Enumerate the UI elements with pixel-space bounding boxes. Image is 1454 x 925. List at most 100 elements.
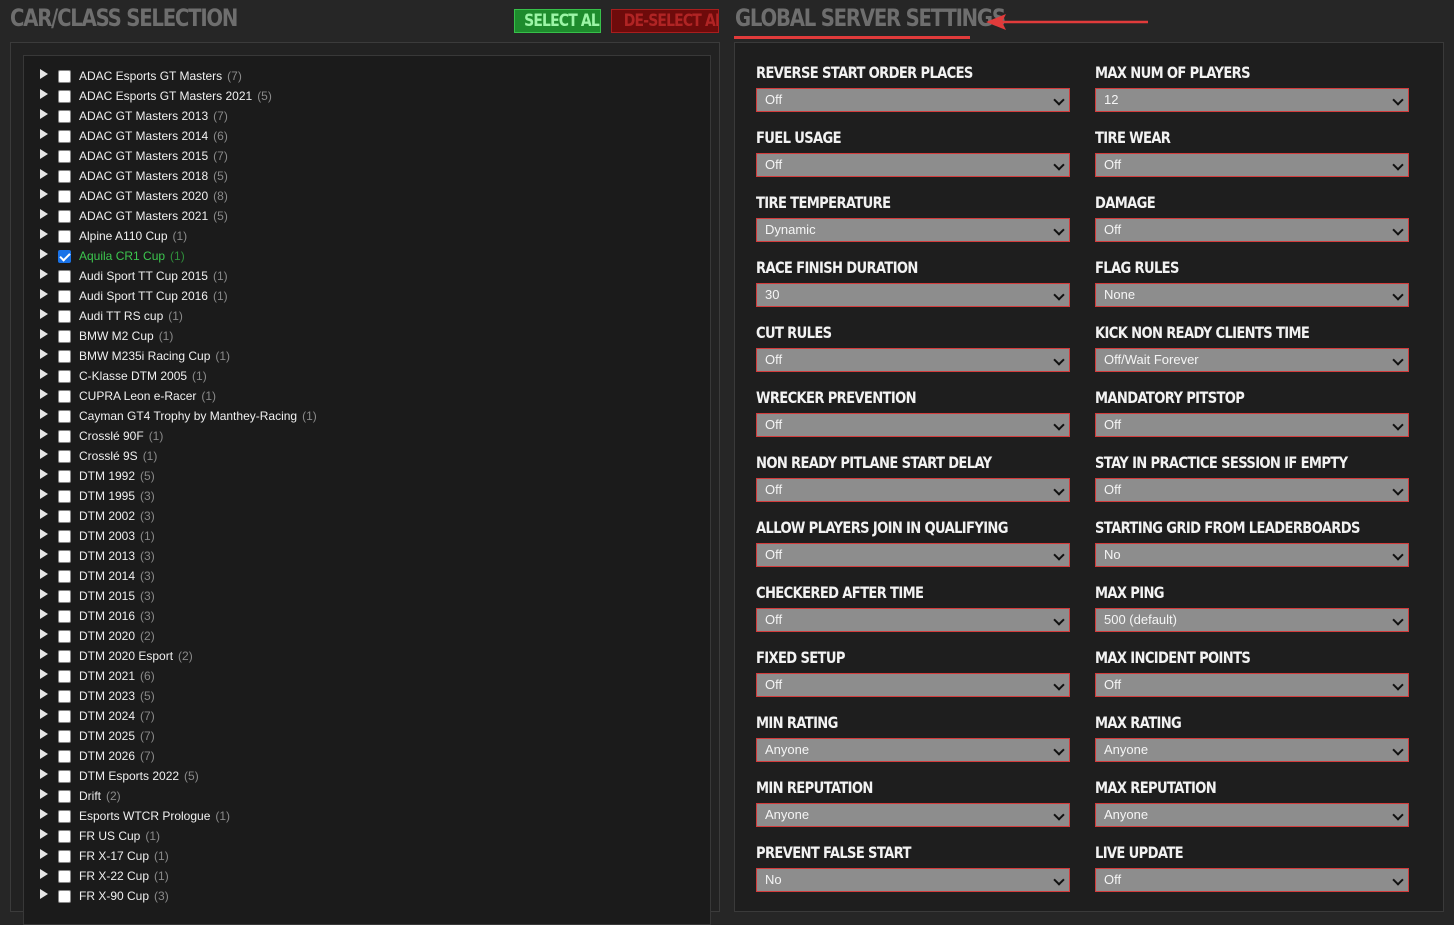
setting-select[interactable]: Off — [756, 673, 1070, 697]
car-class-checkbox[interactable] — [58, 230, 71, 243]
car-class-checkbox[interactable] — [58, 530, 71, 543]
car-class-name[interactable]: Cayman GT4 Trophy by Manthey-Racing (1) — [79, 406, 317, 426]
expand-arrow-icon[interactable] — [40, 549, 48, 559]
car-class-name[interactable]: Audi Sport TT Cup 2016 (1) — [79, 286, 228, 306]
car-class-name[interactable]: Alpine A110 Cup (1) — [79, 226, 187, 246]
car-class-checkbox[interactable] — [58, 210, 71, 223]
setting-select[interactable]: Off — [756, 413, 1070, 437]
car-class-name[interactable]: ADAC GT Masters 2014 (6) — [79, 126, 228, 146]
list-item[interactable]: DTM 2003 (1) — [24, 526, 684, 546]
expand-arrow-icon[interactable] — [40, 689, 48, 699]
car-class-name[interactable]: ADAC Esports GT Masters (7) — [79, 66, 242, 86]
car-class-name[interactable]: FR X-22 Cup (1) — [79, 866, 169, 886]
expand-arrow-icon[interactable] — [40, 809, 48, 819]
car-class-checkbox[interactable] — [58, 390, 71, 403]
list-item[interactable]: DTM 1995 (3) — [24, 486, 684, 506]
car-class-checkbox[interactable] — [58, 310, 71, 323]
car-class-checkbox[interactable] — [58, 70, 71, 83]
list-item[interactable]: Esports WTCR Prologue (1) — [24, 806, 684, 826]
expand-arrow-icon[interactable] — [40, 769, 48, 779]
car-class-name[interactable]: DTM 2023 (5) — [79, 686, 155, 706]
expand-arrow-icon[interactable] — [40, 569, 48, 579]
list-item[interactable]: ADAC GT Masters 2018 (5) — [24, 166, 684, 186]
expand-arrow-icon[interactable] — [40, 189, 48, 199]
list-item[interactable]: DTM 2002 (3) — [24, 506, 684, 526]
expand-arrow-icon[interactable] — [40, 469, 48, 479]
car-class-checkbox[interactable] — [58, 170, 71, 183]
car-class-checkbox[interactable] — [58, 110, 71, 123]
car-class-name[interactable]: Crosslé 9S (1) — [79, 446, 157, 466]
car-class-name[interactable]: Crosslé 90F (1) — [79, 426, 163, 446]
car-class-checkbox[interactable] — [58, 150, 71, 163]
list-item[interactable]: C-Klasse DTM 2005 (1) — [24, 366, 684, 386]
expand-arrow-icon[interactable] — [40, 249, 48, 259]
expand-arrow-icon[interactable] — [40, 529, 48, 539]
expand-arrow-icon[interactable] — [40, 829, 48, 839]
car-class-name[interactable]: DTM 1992 (5) — [79, 466, 155, 486]
expand-arrow-icon[interactable] — [40, 109, 48, 119]
car-class-name[interactable]: DTM 2021 (6) — [79, 666, 155, 686]
car-class-checkbox[interactable] — [58, 610, 71, 623]
expand-arrow-icon[interactable] — [40, 429, 48, 439]
list-item[interactable]: DTM 2020 (2) — [24, 626, 684, 646]
car-class-checkbox[interactable] — [58, 550, 71, 563]
car-class-checkbox[interactable] — [58, 730, 71, 743]
setting-select[interactable]: Off — [756, 478, 1070, 502]
car-class-checkbox[interactable] — [58, 850, 71, 863]
list-item[interactable]: Audi TT RS cup (1) — [24, 306, 684, 326]
car-class-checkbox[interactable] — [58, 750, 71, 763]
expand-arrow-icon[interactable] — [40, 729, 48, 739]
car-class-name[interactable]: FR US Cup (1) — [79, 826, 160, 846]
setting-select[interactable]: No — [1095, 543, 1409, 567]
car-class-checkbox[interactable] — [58, 370, 71, 383]
car-class-name[interactable]: DTM 2003 (1) — [79, 526, 155, 546]
car-class-checkbox[interactable] — [58, 670, 71, 683]
expand-arrow-icon[interactable] — [40, 369, 48, 379]
car-class-name[interactable]: ADAC GT Masters 2020 (8) — [79, 186, 228, 206]
list-item[interactable]: DTM 2023 (5) — [24, 686, 684, 706]
list-item[interactable]: FR X-22 Cup (1) — [24, 866, 684, 886]
car-class-checkbox[interactable] — [58, 330, 71, 343]
list-item[interactable]: ADAC GT Masters 2020 (8) — [24, 186, 684, 206]
car-class-name[interactable]: FR X-17 Cup (1) — [79, 846, 169, 866]
setting-select[interactable]: Anyone — [756, 738, 1070, 762]
car-class-name[interactable]: BMW M235i Racing Cup (1) — [79, 346, 230, 366]
car-class-name[interactable]: DTM Esports 2022 (5) — [79, 766, 199, 786]
car-class-checkbox[interactable] — [58, 490, 71, 503]
car-class-name[interactable]: DTM 2002 (3) — [79, 506, 155, 526]
expand-arrow-icon[interactable] — [40, 609, 48, 619]
car-class-checkbox[interactable] — [58, 650, 71, 663]
list-item[interactable]: DTM 2024 (7) — [24, 706, 684, 726]
select-all-button[interactable]: SELECT ALL — [514, 9, 601, 33]
car-class-checkbox[interactable] — [58, 870, 71, 883]
car-class-list[interactable]: ADAC Esports GT Masters (7) ADAC Esports G… — [23, 55, 711, 925]
expand-arrow-icon[interactable] — [40, 789, 48, 799]
car-class-name[interactable]: BMW M2 Cup (1) — [79, 326, 173, 346]
expand-arrow-icon[interactable] — [40, 69, 48, 79]
setting-select[interactable]: Off — [1095, 153, 1409, 177]
car-class-name[interactable]: Audi TT RS cup (1) — [79, 306, 183, 326]
setting-select[interactable]: Off — [1095, 868, 1409, 892]
list-item[interactable]: DTM 2015 (3) — [24, 586, 684, 606]
car-class-checkbox[interactable] — [58, 470, 71, 483]
car-class-checkbox[interactable] — [58, 270, 71, 283]
car-class-name[interactable]: ADAC GT Masters 2013 (7) — [79, 106, 228, 126]
car-class-name[interactable]: DTM 2024 (7) — [79, 706, 155, 726]
car-class-checkbox[interactable] — [58, 890, 71, 903]
car-class-checkbox[interactable] — [58, 690, 71, 703]
setting-select[interactable]: 500 (default) — [1095, 608, 1409, 632]
list-item[interactable]: DTM 2016 (3) — [24, 606, 684, 626]
expand-arrow-icon[interactable] — [40, 489, 48, 499]
setting-select[interactable]: Dynamic — [756, 218, 1070, 242]
list-item[interactable]: ADAC GT Masters 2013 (7) — [24, 106, 684, 126]
list-item[interactable]: DTM 2026 (7) — [24, 746, 684, 766]
list-item[interactable]: DTM 2013 (3) — [24, 546, 684, 566]
car-class-name[interactable]: C-Klasse DTM 2005 (1) — [79, 366, 207, 386]
list-item[interactable]: DTM Esports 2022 (5) — [24, 766, 684, 786]
deselect-all-button[interactable]: DE-SELECT ALL — [611, 9, 719, 33]
car-class-checkbox[interactable] — [58, 710, 71, 723]
expand-arrow-icon[interactable] — [40, 849, 48, 859]
expand-arrow-icon[interactable] — [40, 649, 48, 659]
expand-arrow-icon[interactable] — [40, 869, 48, 879]
setting-select[interactable]: 30 — [756, 283, 1070, 307]
